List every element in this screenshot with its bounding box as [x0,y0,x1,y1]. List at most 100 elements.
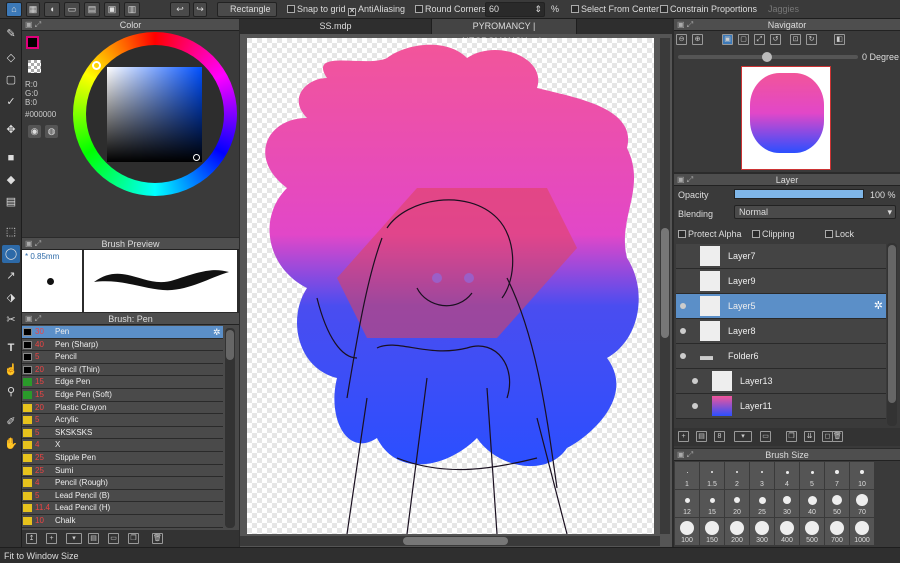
hand-tool-icon[interactable]: ✋ [2,435,20,453]
document-icon[interactable]: ▤ [84,2,100,17]
brush-add-icon[interactable]: ↥ [26,533,37,544]
layer-row[interactable]: Layer13 [676,369,886,394]
brush-item[interactable]: 4X [22,439,223,452]
eye-icon[interactable] [680,328,686,334]
brush-scroll-thumb[interactable] [226,330,234,360]
clipping-checkbox[interactable]: Clipping [752,229,795,239]
brush-size-cell[interactable]: 7 [825,462,849,489]
brush-size-cell[interactable]: 5 [800,462,824,489]
grid-icon[interactable]: ▦ [26,2,40,17]
bucket-icon[interactable]: ◆ [2,171,20,189]
brush-size-cell[interactable]: 1000 [850,518,874,545]
canvas-hscroll-thumb[interactable] [403,537,508,545]
flip-icon[interactable]: ◧ [834,34,845,45]
brush-size-cell[interactable]: 70 [850,490,874,517]
brush-scrollbar[interactable] [225,328,235,528]
brush-item[interactable]: 4 Pencil (Rough) [22,477,223,490]
brush-item[interactable]: 5 Acrylic [22,414,223,427]
gradient-icon[interactable]: ▤ [2,193,20,211]
brush-menu-icon[interactable]: ▾ [66,533,82,544]
layer-row[interactable]: ▬ Folder6 [676,344,886,369]
operation-icon[interactable]: ☝ [2,361,20,379]
brush-item[interactable]: 40 Pen (Sharp) [22,339,223,352]
sv-handle[interactable] [193,154,200,161]
fullscreen-icon[interactable]: ⤢ [754,34,765,45]
window-icon[interactable]: ▭ [64,2,80,17]
divide-icon[interactable]: ✂ [2,311,20,329]
brush-size-cell[interactable]: 50 [825,490,849,517]
magic-wand-icon[interactable]: ✓ [2,93,20,111]
eye-icon[interactable] [692,403,698,409]
color-set-icon[interactable]: ◍ [45,125,58,138]
brush-new-icon[interactable]: + [46,533,57,544]
protect-alpha-checkbox[interactable]: Protect Alpha [678,229,742,239]
snap-to-grid-checkbox[interactable]: Snap to grid [287,4,346,14]
layer-row[interactable]: Layer9 [676,269,886,294]
text-tool-icon[interactable]: T [2,339,20,357]
brush-duplicate-icon[interactable]: ❐ [128,533,139,544]
drawing-canvas[interactable] [247,38,654,534]
brush-copy-icon[interactable]: ▤ [88,533,99,544]
brush-size-cell[interactable]: 30 [775,490,799,517]
zoom-out-icon[interactable]: ⊖ [676,34,687,45]
layer-delete-icon[interactable]: 🗑 [832,431,843,442]
brush-item[interactable]: 20 Plastic Crayon [22,402,223,415]
brush-item[interactable]: 20 Pencil (Thin) [22,364,223,377]
fill-rect-icon[interactable]: ■ [2,149,20,167]
brush-size-cell[interactable]: 4 [775,462,799,489]
zoom-in-icon[interactable]: ⊕ [692,34,703,45]
lasso-icon[interactable]: ◯ [2,245,20,263]
brush-size-cell[interactable]: 400 [775,518,799,545]
brush-tool-icon[interactable]: ✎ [2,25,20,43]
layer-scroll-thumb[interactable] [888,245,896,403]
brush-size-cell[interactable]: 500 [800,518,824,545]
brush-size-cell[interactable]: 700 [825,518,849,545]
selection-shape-dropdown[interactable]: Rectangle ▾ [217,2,277,27]
tab-ss[interactable]: SS.mdp [240,19,432,34]
layer-settings-gear-icon[interactable]: ✲ [874,294,883,319]
blending-dropdown[interactable]: Normal ▾ [734,205,896,219]
brush-size-cell[interactable]: 300 [750,518,774,545]
brush-item[interactable]: 5 Pencil [22,351,223,364]
palette-icon[interactable]: ◉ [28,125,41,138]
canvas-vscroll-thumb[interactable] [661,228,669,338]
eye-icon[interactable] [680,353,686,359]
lock-checkbox[interactable]: Lock [825,229,854,239]
layer-folder-icon[interactable]: ▭ [760,431,771,442]
brush-size-cell[interactable]: 150 [700,518,724,545]
opacity-slider[interactable] [734,189,864,199]
canvas-vscroll[interactable] [660,38,670,534]
select-eraser-icon[interactable]: ⬗ [2,289,20,307]
rotate-right-icon[interactable]: ↻ [806,34,817,45]
constrain-proportions-checkbox[interactable]: Constrain Proportions [660,4,757,14]
brush-size-cell[interactable]: 40 [800,490,824,517]
home-icon[interactable]: ⌂ [6,2,22,17]
canvas-hscroll[interactable] [240,536,660,546]
fit-window-icon[interactable]: ▣ [722,34,733,45]
rotate-reset-icon[interactable]: ⊡ [790,34,801,45]
brush-item[interactable]: 25 Sumi [22,465,223,478]
saturation-value-square[interactable] [107,67,202,162]
layout-icon[interactable]: ▥ [124,2,140,17]
layer-new-8bit-icon[interactable]: 8 [714,431,725,442]
transparent-swatch[interactable] [28,60,41,73]
chat-icon[interactable]: ◖ [44,2,60,17]
brush-settings-gear-icon[interactable]: ✲ [213,327,221,338]
brush-size-cell[interactable]: 20 [725,490,749,517]
select-from-center-checkbox[interactable]: Select From Center [571,4,659,14]
brush-size-cell[interactable]: 15 [700,490,724,517]
rotation-slider[interactable] [678,52,858,62]
rotate-left-icon[interactable]: ↺ [770,34,781,45]
brush-size-cell[interactable]: 3 [750,462,774,489]
layer-row[interactable]: Layer7 [676,244,886,269]
layer-duplicate-icon[interactable]: ❐ [786,431,797,442]
brush-item[interactable]: 11.4 Lead Pencil (H) [22,502,223,515]
brush-item[interactable]: 30 Pen [22,326,223,339]
eraser-tool-icon[interactable]: ◇ [2,49,20,67]
pen-icon[interactable]: ✐ [2,413,20,431]
brush-folder-icon[interactable]: ▭ [108,533,119,544]
brush-size-cell[interactable]: 100 [675,518,699,545]
eye-icon[interactable] [680,303,686,309]
rotation-slider-handle[interactable] [762,52,772,62]
brush-item[interactable]: 25 Stipple Pen [22,452,223,465]
